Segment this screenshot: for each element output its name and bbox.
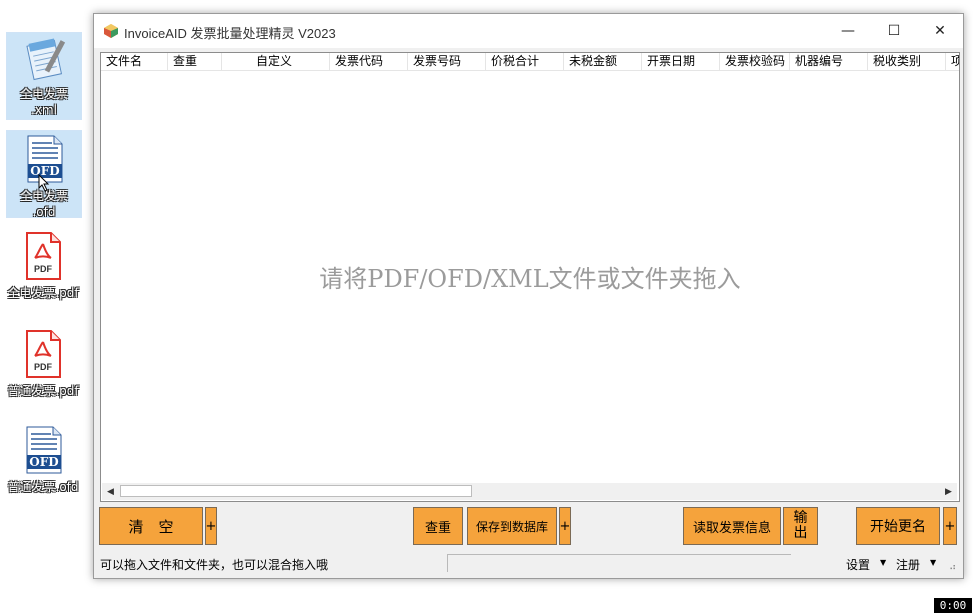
progress-area xyxy=(447,554,791,572)
column-header[interactable]: 发票校验码 xyxy=(720,53,790,70)
register-caret-icon[interactable]: ▼ xyxy=(930,558,936,567)
settings-menu[interactable]: 设置 xyxy=(846,556,870,573)
clear-button[interactable]: 清 空 xyxy=(99,507,203,545)
rename-more-button[interactable]: + xyxy=(943,507,957,545)
status-hint: 可以拖入文件和文件夹，也可以混合拖入哦 xyxy=(100,558,329,572)
mouse-cursor-icon xyxy=(38,174,50,192)
save-db-more-button[interactable]: + xyxy=(559,507,571,545)
scrollbar-thumb[interactable] xyxy=(120,485,472,497)
column-header[interactable]: 价税合计 xyxy=(486,53,564,70)
recording-timer: 0:00 xyxy=(934,598,972,613)
desktop-icon-pdf[interactable]: PDF 全电发票.pdf xyxy=(6,228,80,300)
column-header[interactable]: 查重 xyxy=(168,53,222,70)
column-header[interactable]: 未税金额 xyxy=(564,53,642,70)
scroll-left-icon[interactable]: ◀ xyxy=(102,483,119,500)
list-header: 文件名 查重 自定义 发票代码 发票号码 价税合计 未税金额 开票日期 发票校验… xyxy=(101,53,959,71)
desktop-icon-label: 全电发票 .ofd xyxy=(19,189,68,219)
column-header[interactable]: 机器编号 xyxy=(790,53,868,70)
window-title: InvoiceAID 发票批量处理精灵 V2023 xyxy=(124,26,336,41)
pdf-badge: PDF xyxy=(34,362,53,372)
desktop-icon-ofd-2[interactable]: OFD 普通发票.ofd xyxy=(6,422,80,494)
app-logo-icon xyxy=(104,24,118,38)
column-header[interactable]: 税收类别 xyxy=(868,53,946,70)
horizontal-scrollbar[interactable]: ◀ ▶ xyxy=(102,483,957,500)
pdf-file-icon: PDF xyxy=(23,232,63,284)
scroll-right-icon[interactable]: ▶ xyxy=(940,483,957,500)
desktop-icon-label: 全电发票 .xml xyxy=(19,87,68,117)
column-header[interactable]: 项 xyxy=(946,53,959,70)
desktop-icon-label: 普通发票.ofd xyxy=(7,480,79,494)
settings-caret-icon[interactable]: ▼ xyxy=(880,558,886,567)
resize-grip-icon[interactable]: ⠴ xyxy=(949,562,956,573)
ofd-file-icon: OFD xyxy=(21,426,65,478)
save-to-database-button[interactable]: 保存到数据库 xyxy=(467,507,557,545)
maximize-button[interactable]: ☐ xyxy=(871,14,917,48)
dedupe-button[interactable]: 查重 xyxy=(413,507,463,545)
drop-hint: 请将PDF/OFD/XML文件或文件夹拖入 xyxy=(319,265,741,293)
pdf-file-icon: PDF xyxy=(23,330,63,382)
desktop-icon-label: 普通发票.pdf xyxy=(7,384,79,398)
ofd-badge: OFD xyxy=(29,455,58,469)
app-window: InvoiceAID 发票批量处理精灵 V2023 — ☐ ✕ 文件名 查重 自… xyxy=(93,13,964,579)
column-header[interactable]: 发票号码 xyxy=(408,53,486,70)
title-bar[interactable]: InvoiceAID 发票批量处理精灵 V2023 — ☐ ✕ xyxy=(94,14,963,48)
close-button[interactable]: ✕ xyxy=(917,14,963,48)
column-header[interactable]: 发票代码 xyxy=(330,53,408,70)
desktop-icon-xml[interactable]: 全电发票 .xml xyxy=(6,32,82,120)
export-button[interactable]: 输 出 xyxy=(783,507,818,545)
desktop-icon-pdf-2[interactable]: PDF 普通发票.pdf xyxy=(6,326,80,398)
column-header[interactable]: 开票日期 xyxy=(642,53,720,70)
register-menu[interactable]: 注册 xyxy=(896,556,920,573)
pdf-badge: PDF xyxy=(34,264,53,274)
column-header[interactable]: 自定义 xyxy=(222,53,330,70)
desktop-icon-label: 全电发票.pdf xyxy=(7,286,79,300)
clear-more-button[interactable]: + xyxy=(205,507,217,545)
start-rename-button[interactable]: 开始更名 xyxy=(856,507,940,545)
minimize-button[interactable]: — xyxy=(825,14,871,48)
column-header[interactable]: 文件名 xyxy=(101,53,168,70)
notepad-file-icon xyxy=(22,37,66,85)
read-invoice-info-button[interactable]: 读取发票信息 xyxy=(683,507,781,545)
invoice-list[interactable]: 文件名 查重 自定义 发票代码 发票号码 价税合计 未税金额 开票日期 发票校验… xyxy=(100,52,960,502)
